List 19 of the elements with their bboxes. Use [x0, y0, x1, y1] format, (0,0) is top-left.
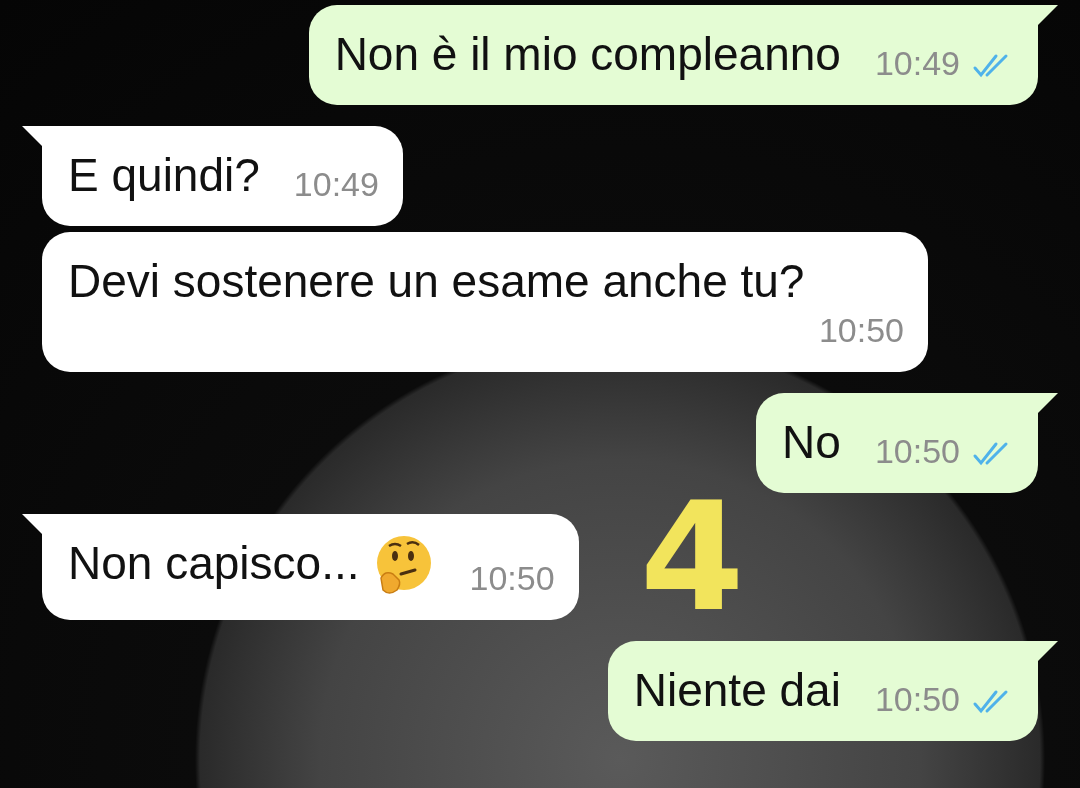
- message-bubble[interactable]: No 10:50: [756, 393, 1038, 493]
- message-bubble[interactable]: Non capisco... 10:50: [42, 514, 579, 620]
- message-bubble[interactable]: Non è il mio compleanno 10:49: [308, 5, 1038, 105]
- message-bubble[interactable]: E quindi? 10:49: [42, 126, 403, 226]
- message-text: No: [782, 415, 841, 470]
- message-text: E quindi?: [68, 148, 260, 203]
- message-time: 10:50: [874, 431, 960, 471]
- handwritten-number: 4: [640, 482, 745, 632]
- message-bubble[interactable]: Devi sostenere un esame anche tu? 10:50: [42, 232, 928, 372]
- message-time: 10:50: [874, 679, 960, 719]
- message-time: 10:50: [818, 310, 904, 350]
- message-time: 10:49: [874, 43, 960, 83]
- message-text: Niente dai: [633, 663, 841, 718]
- message-text: Non capisco...: [68, 536, 360, 591]
- message-text: Non è il mio compleanno: [334, 27, 841, 82]
- message-time: 10:49: [293, 164, 379, 204]
- message-time: 10:50: [469, 558, 555, 598]
- message-text: Devi sostenere un esame anche tu?: [68, 254, 805, 309]
- message-bubble[interactable]: Niente dai 10:50: [607, 641, 1038, 741]
